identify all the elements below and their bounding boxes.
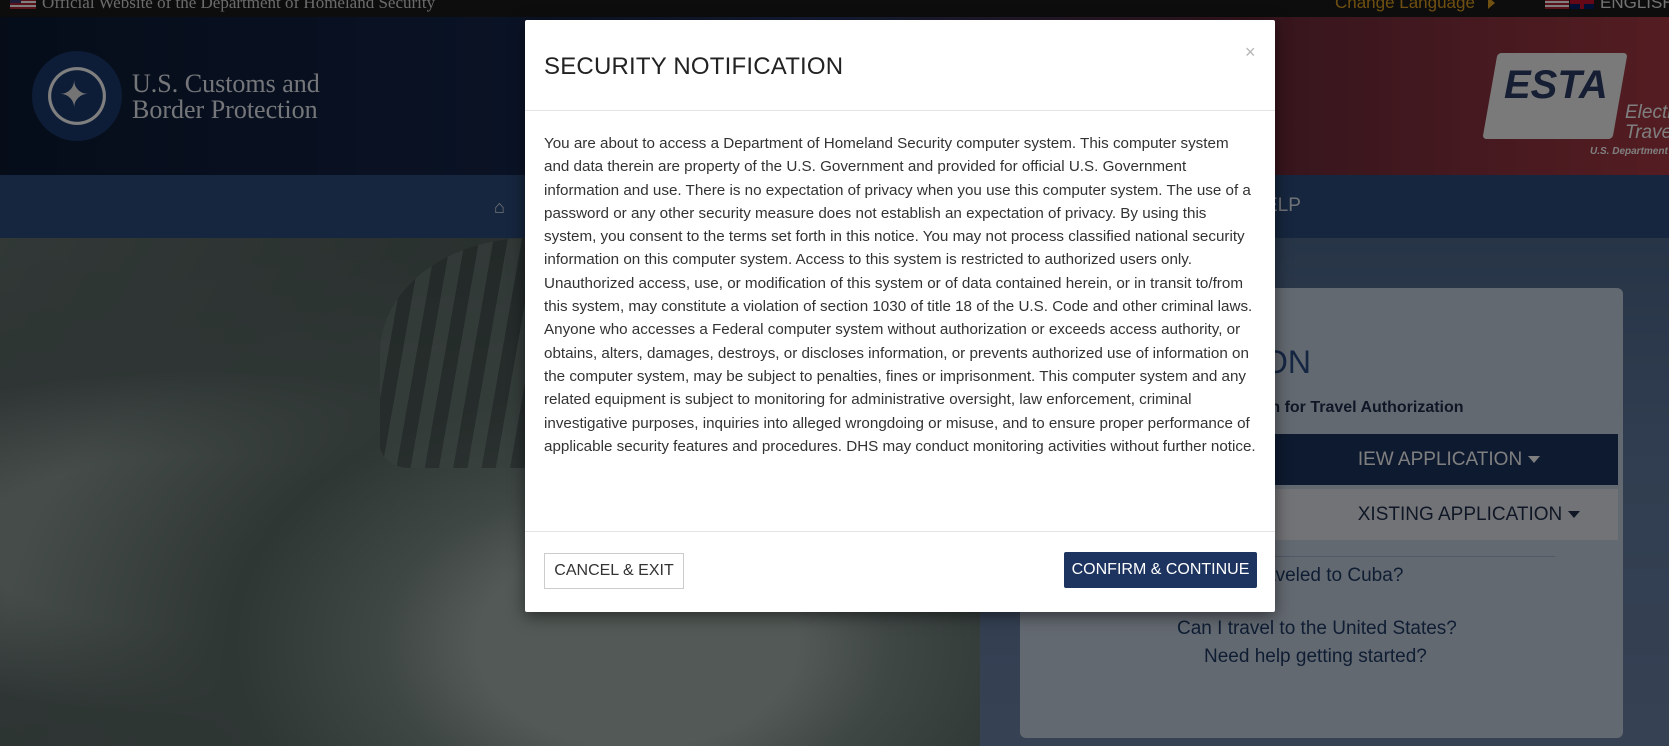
confirm-continue-button[interactable]: CONFIRM & CONTINUE [1064, 552, 1257, 588]
modal-footer: CANCEL & EXIT CONFIRM & CONTINUE [525, 531, 1275, 612]
modal-header: SECURITY NOTIFICATION × [525, 20, 1275, 111]
security-notice-text: You are about to access a Department of … [544, 135, 1256, 455]
modal-title: SECURITY NOTIFICATION [544, 53, 844, 80]
security-notification-modal: SECURITY NOTIFICATION × You are about to… [525, 20, 1275, 612]
close-icon[interactable]: × [1245, 42, 1256, 63]
cancel-exit-button[interactable]: CANCEL & EXIT [544, 553, 684, 589]
